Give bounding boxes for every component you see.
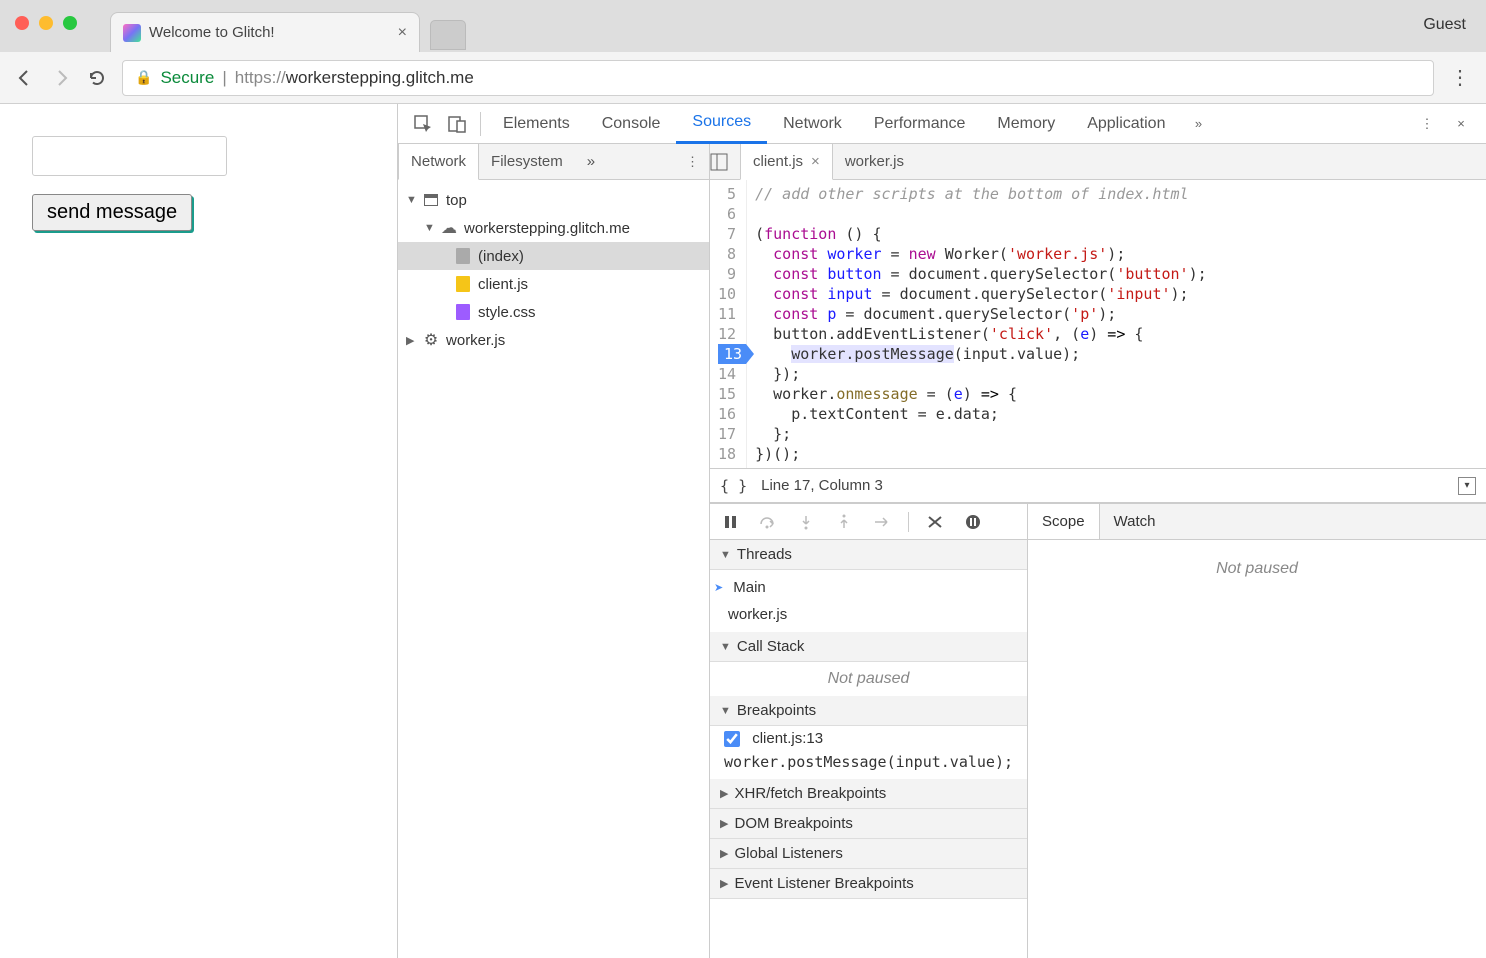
close-tab-icon[interactable]: × bbox=[398, 24, 407, 42]
tab-elements[interactable]: Elements bbox=[487, 104, 586, 144]
more-tabs-icon[interactable]: » bbox=[1181, 107, 1215, 141]
nav-more-icon[interactable]: » bbox=[575, 144, 607, 180]
tab-performance[interactable]: Performance bbox=[858, 104, 982, 144]
event-listener-header[interactable]: ▶Event Listener Breakpoints bbox=[710, 869, 1027, 899]
close-file-icon[interactable]: × bbox=[811, 153, 820, 170]
coverage-icon[interactable]: ▾ bbox=[1458, 477, 1476, 495]
nav-tab-network[interactable]: Network bbox=[398, 144, 479, 180]
message-input[interactable] bbox=[32, 136, 227, 176]
file-tree: ▼ top ▼☁ workerstepping.glitch.me (index… bbox=[398, 180, 709, 958]
send-message-button[interactable]: send message bbox=[32, 194, 192, 231]
callstack-empty: Not paused bbox=[710, 662, 1027, 696]
favicon-icon bbox=[123, 24, 141, 42]
devtools-panel: Elements Console Sources Network Perform… bbox=[398, 104, 1486, 958]
tree-top[interactable]: ▼ top bbox=[398, 186, 709, 214]
js-file-icon bbox=[456, 276, 470, 292]
page-content: send message bbox=[0, 104, 398, 958]
tab-watch[interactable]: Watch bbox=[1100, 504, 1170, 539]
sources-navigator: Network Filesystem » ⋮ ▼ top ▼☁ workerst… bbox=[398, 144, 710, 958]
tree-domain[interactable]: ▼☁ workerstepping.glitch.me bbox=[398, 214, 709, 242]
file-tab-clientjs[interactable]: client.js × bbox=[740, 144, 833, 180]
minimize-window-icon[interactable] bbox=[39, 16, 53, 30]
browser-menu-icon[interactable]: ⋮ bbox=[1448, 65, 1472, 90]
step-out-icon bbox=[832, 510, 856, 534]
maximize-window-icon[interactable] bbox=[63, 16, 77, 30]
secure-label: Secure bbox=[160, 68, 214, 88]
editor-file-tabs: client.js × worker.js bbox=[710, 144, 1486, 180]
browser-tab[interactable]: Welcome to Glitch! × bbox=[110, 12, 420, 52]
devtools-close-icon[interactable]: × bbox=[1444, 107, 1478, 141]
scope-tabs: Scope Watch bbox=[1028, 504, 1486, 540]
tab-application[interactable]: Application bbox=[1071, 104, 1181, 144]
new-tab-button[interactable] bbox=[430, 20, 466, 50]
gear-icon: ⚙ bbox=[422, 331, 440, 349]
global-listeners-header[interactable]: ▶Global Listeners bbox=[710, 839, 1027, 869]
frame-icon bbox=[424, 194, 438, 206]
address-bar[interactable]: 🔒 Secure | https://workerstepping.glitch… bbox=[122, 60, 1434, 96]
thread-worker[interactable]: worker.js bbox=[710, 601, 1027, 628]
profile-label[interactable]: Guest bbox=[1423, 16, 1466, 34]
tree-file-stylecss[interactable]: style.css bbox=[398, 298, 709, 326]
step-icon bbox=[870, 510, 894, 534]
xhr-breakpoints-header[interactable]: ▶XHR/fetch Breakpoints bbox=[710, 779, 1027, 809]
inspect-element-icon[interactable] bbox=[406, 107, 440, 141]
file-tab-workerjs[interactable]: worker.js bbox=[833, 144, 916, 180]
step-into-icon bbox=[794, 510, 818, 534]
scope-empty: Not paused bbox=[1040, 552, 1474, 586]
tab-network[interactable]: Network bbox=[767, 104, 858, 144]
reload-button[interactable] bbox=[86, 67, 108, 89]
editor-status-bar: { } Line 17, Column 3 ▾ bbox=[710, 468, 1486, 502]
debugger-pane: ▼Threads Main worker.js ▼Call Stack Not … bbox=[710, 503, 1486, 958]
devtools-tabs: Elements Console Sources Network Perform… bbox=[398, 104, 1486, 144]
breakpoint-checkbox[interactable] bbox=[724, 731, 740, 747]
tab-scope[interactable]: Scope bbox=[1028, 504, 1100, 539]
cloud-icon: ☁ bbox=[440, 219, 458, 237]
devtools-menu-icon[interactable]: ⋮ bbox=[1410, 107, 1444, 141]
breakpoints-header[interactable]: ▼Breakpoints bbox=[710, 696, 1027, 726]
back-button[interactable] bbox=[14, 67, 36, 89]
browser-toolbar: 🔒 Secure | https://workerstepping.glitch… bbox=[0, 52, 1486, 104]
tab-console[interactable]: Console bbox=[586, 104, 677, 144]
browser-titlebar: Welcome to Glitch! × Guest bbox=[0, 0, 1486, 52]
deactivate-breakpoints-icon[interactable] bbox=[923, 510, 947, 534]
url-text: https://workerstepping.glitch.me bbox=[235, 68, 474, 88]
close-window-icon[interactable] bbox=[15, 16, 29, 30]
css-file-icon bbox=[456, 304, 470, 320]
device-toggle-icon[interactable] bbox=[440, 107, 474, 141]
dom-breakpoints-header[interactable]: ▶DOM Breakpoints bbox=[710, 809, 1027, 839]
pause-exceptions-icon[interactable] bbox=[961, 510, 985, 534]
file-nav-icon[interactable] bbox=[710, 153, 740, 171]
tree-worker[interactable]: ▶⚙ worker.js bbox=[398, 326, 709, 354]
nav-menu-icon[interactable]: ⋮ bbox=[676, 154, 709, 170]
tree-file-index[interactable]: (index) bbox=[398, 242, 709, 270]
file-icon bbox=[456, 248, 470, 264]
step-over-icon bbox=[756, 510, 780, 534]
code-editor[interactable]: 56789101112131415161718 // add other scr… bbox=[710, 180, 1486, 468]
debug-toolbar bbox=[710, 504, 1027, 540]
pretty-print-icon[interactable]: { } bbox=[720, 477, 747, 495]
threads-header[interactable]: ▼Threads bbox=[710, 540, 1027, 570]
tab-sources[interactable]: Sources bbox=[676, 104, 767, 144]
callstack-header[interactable]: ▼Call Stack bbox=[710, 632, 1027, 662]
tree-file-clientjs[interactable]: client.js bbox=[398, 270, 709, 298]
nav-tab-filesystem[interactable]: Filesystem bbox=[479, 144, 575, 180]
tab-title: Welcome to Glitch! bbox=[149, 24, 390, 41]
window-controls bbox=[15, 16, 77, 30]
breakpoint-code: worker.postMessage(input.value); bbox=[710, 751, 1027, 779]
tab-memory[interactable]: Memory bbox=[981, 104, 1071, 144]
pause-icon[interactable] bbox=[718, 510, 742, 534]
lock-icon: 🔒 bbox=[135, 69, 152, 86]
breakpoint-item[interactable]: client.js:13 bbox=[710, 726, 1027, 751]
cursor-position: Line 17, Column 3 bbox=[761, 477, 883, 494]
forward-button bbox=[50, 67, 72, 89]
thread-main[interactable]: Main bbox=[710, 574, 1027, 601]
